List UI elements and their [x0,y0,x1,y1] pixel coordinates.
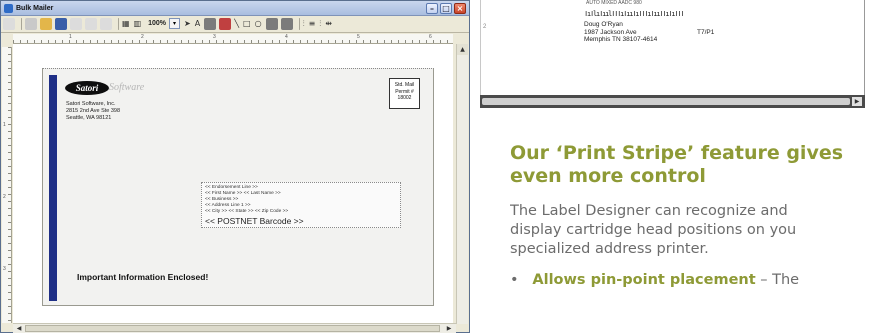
feature-heading: Our ‘Print Stripe’ feature gives even mo… [510,142,873,188]
recipient-city: Memphis TN 38107-4614 [584,36,658,43]
envelope-page[interactable]: Satori Software Satori Software, Inc. 28… [42,68,434,306]
distribute-icon[interactable]: ⇹ [325,18,332,30]
ruler-mark: 2 [141,34,144,40]
align-left-icon[interactable]: ⫶ [303,18,305,30]
logo-bold-text: Satori [65,81,109,95]
design-canvas[interactable]: Satori Software Satori Software, Inc. 28… [13,44,453,324]
ruler-mark: 6 [429,34,432,40]
return-address[interactable]: Satori Software, Inc. 2815 2nd Ave Ste 3… [66,101,120,122]
line-icon[interactable]: ╲ [234,18,239,30]
zoom-level[interactable]: 100% [148,20,166,27]
preview-scrollbar-area: ▶ [480,95,865,108]
satori-logo[interactable]: Satori Software [65,80,157,96]
align-center-icon[interactable]: ≡ [309,18,316,30]
feature-bullet: • Allows pin-point placement – The [510,272,800,288]
presort-line: AUTO MIXED AADC 980 [586,0,642,6]
rectangle-icon[interactable]: □ [243,18,251,30]
bulk-mailer-window: Bulk Mailer – □ × ▦ ▥ 100% ▾ ➤ A ╲ □ ○ ⫶… [0,0,470,333]
save-icon[interactable] [55,17,67,30]
scroll-up-icon[interactable]: ▲ [457,44,468,55]
important-notice[interactable]: Important Information Enclosed! [77,272,208,282]
recipient-address: Doug O'Ryan 1987 Jackson Ave Memphis TN … [584,21,657,44]
image-icon[interactable] [204,17,217,30]
ruler-mark: 1 [3,122,6,128]
ruler-mark: 4 [285,34,288,40]
toolbar-separator [118,17,119,30]
scroll-left-icon[interactable]: ◀ [14,324,24,333]
horizontal-ruler: 1 2 3 4 5 6 [13,34,453,44]
feature-body: The Label Designer can recognize and dis… [510,202,873,259]
text-icon[interactable]: A [195,18,200,30]
ellipse-icon[interactable]: ○ [255,18,262,30]
logo-light-text: Software [109,82,145,93]
title-bar[interactable]: Bulk Mailer – □ × [1,1,469,16]
toolbar-separator [298,17,300,30]
toolbar: ▦ ▥ 100% ▾ ➤ A ╲ □ ○ ⫶ ≡ ⫶ ⇹ [1,15,469,33]
columns-icon[interactable]: ▥ [134,18,142,30]
scroll-thumb[interactable] [25,325,440,332]
return-city: Seattle, WA 98121 [66,115,112,121]
align-right-icon[interactable]: ⫶ [319,18,321,30]
copy-icon[interactable] [85,17,97,30]
scroll-right-icon[interactable]: ▶ [444,324,454,333]
envelope-stripe[interactable] [49,75,57,301]
ruler-mark: 1 [69,34,72,40]
window-title: Bulk Mailer [16,4,54,12]
recipient-street: 1987 Jackson Ave [584,28,637,36]
open-folder-icon[interactable] [40,17,52,30]
grid-icon[interactable]: ▦ [122,18,130,30]
address-block[interactable]: << Endorsement Line >> << First Name >> … [201,182,401,228]
table-icon[interactable] [280,17,293,30]
body-line: specialized address printer. [510,241,709,257]
print-preview-icon[interactable] [3,17,15,30]
cut-icon[interactable] [70,17,82,30]
return-name: Satori Software, Inc. [66,101,116,107]
ruler-mark: 3 [3,266,6,272]
ruler-mark: 5 [357,34,360,40]
bullet-bold: Allows pin-point placement [532,272,756,288]
address-field: << City >> << State >> << Zip Code >> [205,209,289,215]
body-line: The Label Designer can recognize and [510,203,788,219]
postage-permit-box[interactable]: Std. Mail Permit # 18002 [389,78,420,109]
return-street: 2815 2nd Ave Ste 398 [66,108,121,114]
recipient-name: Doug O'Ryan [584,21,623,28]
postnet-barcode: ǀıǀlıǀıılǀǀǀıǀııǀıǀǀǀıǀııǀǀıǀıǀǀǀ [584,10,685,18]
route-code: T7/P1 [697,28,715,36]
vertical-ruler: 1 2 3 [2,47,12,323]
ruler-mark: 2 [3,194,6,200]
heading-line: Our ‘Print Stripe’ feature gives [510,142,844,164]
pointer-icon[interactable]: ➤ [184,18,191,30]
zoom-dropdown-icon[interactable]: ▾ [169,18,181,29]
body-line: display cartridge head positions on you [510,222,797,238]
app-icon [4,3,13,13]
feature-copy: Our ‘Print Stripe’ feature gives even mo… [510,142,873,288]
maximize-icon[interactable]: □ [440,2,452,14]
row-number: 2 [483,24,487,30]
vertical-scrollbar[interactable]: ▲ [456,44,468,324]
horizontal-scrollbar[interactable]: ◀ ▶ [13,323,456,333]
paste-icon[interactable] [100,17,112,30]
minimize-icon[interactable]: – [426,2,438,14]
ruler-mark: 3 [213,34,216,40]
grid-tool-icon[interactable] [265,17,278,30]
postnet-barcode-field: << POSTNET Barcode >> [205,216,304,227]
bullet-text: – The [755,272,800,288]
close-icon[interactable]: × [454,2,466,14]
preview-hscroll-thumb[interactable] [482,98,850,105]
label-preview-paper: 2 AUTO MIXED AADC 980 ǀıǀlıǀıılǀǀǀıǀııǀı… [480,0,865,95]
scroll-right-icon[interactable]: ▶ [852,97,862,106]
toolbar-separator [21,17,22,30]
heading-line: even more control [510,165,706,187]
label-preview-window: 2 AUTO MIXED AADC 980 ǀıǀlıǀıılǀǀǀıǀııǀı… [480,0,873,108]
stamp-line: 18002 [397,95,412,101]
print-icon[interactable] [25,17,37,30]
barcode-icon[interactable] [219,17,232,30]
